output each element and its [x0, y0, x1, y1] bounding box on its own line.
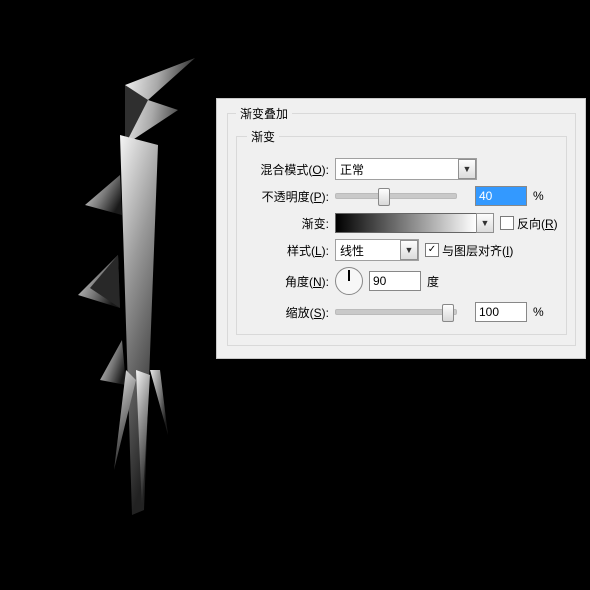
scale-label: 缩放(S): [247, 304, 335, 321]
align-label: 与图层对齐(I) [442, 242, 513, 259]
outer-legend: 渐变叠加 [236, 105, 292, 122]
gradient-label: 渐变: [247, 215, 335, 232]
row-angle: 角度(N): 度 [247, 266, 558, 296]
row-scale: 缩放(S): % [247, 301, 558, 323]
gradient-preview [335, 213, 477, 233]
opacity-label: 不透明度(P): [247, 188, 335, 205]
chevron-down-icon: ▼ [476, 213, 494, 233]
checkbox-box-icon: ✓ [425, 243, 439, 257]
row-opacity: 不透明度(P): % [247, 185, 558, 207]
opacity-suffix: % [533, 189, 544, 203]
reverse-label: 反向(R) [517, 215, 558, 232]
gradient-picker[interactable]: ▼ [335, 213, 494, 233]
style-value: 线性 [340, 242, 400, 259]
inner-group: 渐变 混合模式(O): 正常 ▼ 不透明度(P): [236, 128, 567, 335]
row-gradient: 渐变: ▼ 反向(R) [247, 212, 558, 234]
style-label: 样式(L): [247, 242, 335, 259]
checkbox-box-icon [500, 216, 514, 230]
scale-input[interactable] [475, 302, 527, 322]
artwork-preview [70, 40, 220, 560]
scale-suffix: % [533, 305, 544, 319]
angle-dial[interactable] [335, 267, 363, 295]
slider-thumb-icon[interactable] [442, 304, 454, 322]
row-blend-mode: 混合模式(O): 正常 ▼ [247, 158, 558, 180]
outer-group: 渐变叠加 渐变 混合模式(O): 正常 ▼ 不透明度(P): [227, 105, 576, 346]
scale-slider[interactable] [335, 309, 457, 315]
opacity-input[interactable] [475, 186, 527, 206]
chevron-down-icon: ▼ [458, 159, 476, 179]
blend-mode-value: 正常 [340, 161, 458, 178]
chevron-down-icon: ▼ [400, 240, 418, 260]
blend-mode-select[interactable]: 正常 ▼ [335, 158, 477, 180]
angle-input[interactable] [369, 271, 421, 291]
opacity-slider[interactable] [335, 193, 457, 199]
style-select[interactable]: 线性 ▼ [335, 239, 419, 261]
blend-mode-label: 混合模式(O): [247, 161, 335, 178]
reverse-checkbox[interactable]: 反向(R) [500, 215, 558, 232]
angle-label: 角度(N): [247, 273, 335, 290]
inner-legend: 渐变 [247, 128, 279, 145]
angle-hand-icon [348, 270, 350, 281]
gradient-overlay-dialog: 渐变叠加 渐变 混合模式(O): 正常 ▼ 不透明度(P): [216, 98, 586, 359]
slider-thumb-icon[interactable] [378, 188, 390, 206]
angle-suffix: 度 [427, 273, 439, 290]
align-with-layer-checkbox[interactable]: ✓ 与图层对齐(I) [425, 242, 513, 259]
row-style: 样式(L): 线性 ▼ ✓ 与图层对齐(I) [247, 239, 558, 261]
